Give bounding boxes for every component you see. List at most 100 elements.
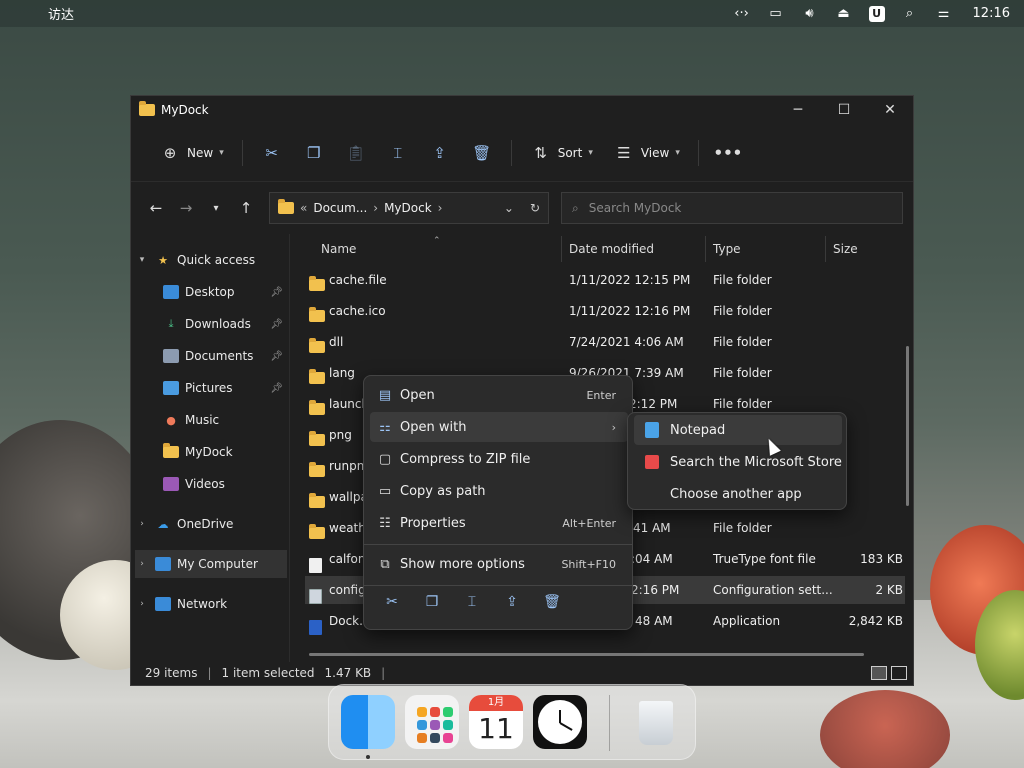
back-arrow-icon[interactable]: ← [141,199,171,217]
sidebar-item-quick-access[interactable]: ▾ ★ Quick access [135,246,287,274]
more-button[interactable]: ••• [707,137,749,169]
file-size: 2 KB [875,583,903,597]
cut-icon: ✂ [265,143,278,162]
finder-icon[interactable] [341,695,395,749]
vertical-scrollbar[interactable] [906,346,909,506]
rename-icon[interactable]: ⌶ [460,594,484,610]
eject-icon[interactable]: ⏏ [835,6,853,22]
clock-icon[interactable] [533,695,587,749]
column-type[interactable]: Type [713,242,741,256]
sidebar-item-onedrive[interactable]: › ☁ OneDrive [135,510,287,538]
rename-button[interactable]: ⌶ [377,137,419,169]
launchpad-icon[interactable] [405,695,459,749]
column-separator[interactable] [705,236,706,262]
title-bar[interactable]: MyDock ─ ☐ ✕ [131,96,913,124]
sidebar-item-pictures[interactable]: Pictures 📌︎ [135,374,287,402]
menu-item-compress-zip[interactable]: ▢ Compress to ZIP file [370,444,628,474]
menu-item-copy-as-path[interactable]: ▭ Copy as path [370,476,628,506]
file-row[interactable]: dll 7/24/2021 4:06 AM File folder [305,328,905,356]
minimize-button[interactable]: ─ [775,96,821,124]
menu-item-label: Open [400,387,435,403]
menu-item-open[interactable]: ▤ Open Enter [370,380,628,410]
sidebar-item-desktop[interactable]: Desktop 📌︎ [135,278,287,306]
chevron-right-icon[interactable]: › [135,599,149,609]
app-name[interactable]: 访达 [48,4,74,23]
rename-icon: ⌶ [393,143,403,162]
chevron-down-icon[interactable]: ▾ [135,255,149,265]
breadcrumb-mydock[interactable]: MyDock [384,201,432,215]
copy-button[interactable]: ❐ [293,137,335,169]
cut-icon[interactable]: ✂ [380,594,404,610]
search-box[interactable]: ⌕ Search MyDock [561,192,903,224]
sidebar-item-documents[interactable]: Documents 📌︎ [135,342,287,370]
menu-item-show-more-options[interactable]: ⧉ Show more options Shift+F10 [370,549,628,579]
pin-icon: 📌︎ [270,350,283,362]
sidebar-item-my-computer[interactable]: › My Computer [135,550,287,578]
column-date-modified[interactable]: Date modified [569,242,654,256]
share-icon[interactable]: ⇪ [500,594,524,610]
code-icon[interactable]: ‹·› [733,6,751,22]
new-button[interactable]: ⊕ New ▾ [149,137,234,169]
sidebar-item-mydock[interactable]: MyDock [135,438,287,466]
file-name: weath [329,521,366,535]
more-options-icon: ⧉ [380,556,390,572]
breadcrumb-documents[interactable]: Docum... [313,201,367,215]
horizontal-scrollbar[interactable] [309,653,864,656]
search-placeholder: Search MyDock [588,201,682,215]
calendar-icon[interactable]: 1月 11 [469,695,523,749]
menu-item-open-with[interactable]: ⚏ Open with › [370,412,628,442]
column-size[interactable]: Size [833,242,858,256]
sidebar-item-network[interactable]: › Network [135,590,287,618]
control-center-icon[interactable]: ⚌ [935,6,953,22]
file-row[interactable]: cache.file 1/11/2022 12:15 PM File folde… [305,266,905,294]
menu-item-properties[interactable]: ☷ Properties Alt+Enter [370,508,628,538]
sidebar-item-music[interactable]: ● Music [135,406,287,434]
menubar-clock[interactable]: 12:16 [973,6,1010,21]
submenu-item-notepad[interactable]: Notepad [634,415,842,445]
recent-chevron-icon[interactable]: ▾ [201,203,231,214]
search-icon[interactable]: ⌕ [901,6,919,22]
delete-button[interactable]: 🗑︎ [461,137,503,169]
view-button[interactable]: ☰ View ▾ [603,137,690,169]
trash-icon[interactable] [629,695,683,749]
volume-icon[interactable]: 🔊︎ [801,6,819,22]
running-indicator [366,755,370,759]
share-button[interactable]: ⇪ [419,137,461,169]
u-icon[interactable]: U [868,5,885,22]
column-name[interactable]: Name [321,242,356,256]
copy-icon[interactable]: ❐ [420,594,444,610]
cut-button[interactable]: ✂ [251,137,293,169]
sidebar-item-label: MyDock [185,445,233,459]
address-bar[interactable]: « Docum... › MyDock › ⌄ ↻ [269,192,549,224]
column-separator[interactable] [561,236,562,262]
forward-arrow-icon[interactable]: → [171,199,201,217]
file-row[interactable]: cache.ico 1/11/2022 12:16 PM File folder [305,297,905,325]
up-arrow-icon[interactable]: ↑ [231,199,261,217]
paste-button[interactable]: 📋︎ [335,137,377,169]
document-icon [163,349,179,363]
tiles-view-icon[interactable] [891,666,907,680]
address-dropdown-icon[interactable]: ⌄ [504,201,514,215]
column-separator[interactable] [825,236,826,262]
chevron-right-icon[interactable]: › [135,519,149,529]
sidebar-item-label: My Computer [177,557,258,571]
submenu-item-choose-app[interactable]: Choose another app [634,479,842,509]
sidebar-item-videos[interactable]: Videos [135,470,287,498]
maximize-button[interactable]: ☐ [821,96,867,124]
trash-icon[interactable]: 🗑︎ [540,594,564,610]
desktop-icon [163,285,179,299]
display-icon[interactable]: ▭ [767,6,785,22]
sort-icon: ⇅ [534,143,547,162]
submenu-item-microsoft-store[interactable]: Search the Microsoft Store [634,447,842,477]
sort-label: Sort [557,145,583,160]
close-button[interactable]: ✕ [867,96,913,124]
pane-divider[interactable] [289,234,290,662]
file-name: cache.ico [329,304,386,318]
sidebar-item-downloads[interactable]: ⤓ Downloads 📌︎ [135,310,287,338]
chevron-right-icon[interactable]: › [135,559,149,569]
file-date: 2:16 PM [631,583,680,597]
sort-button[interactable]: ⇅ Sort ▾ [520,137,603,169]
refresh-icon[interactable]: ↻ [530,201,540,215]
breadcrumb-overflow[interactable]: « [300,201,307,215]
details-view-icon[interactable] [871,666,887,680]
